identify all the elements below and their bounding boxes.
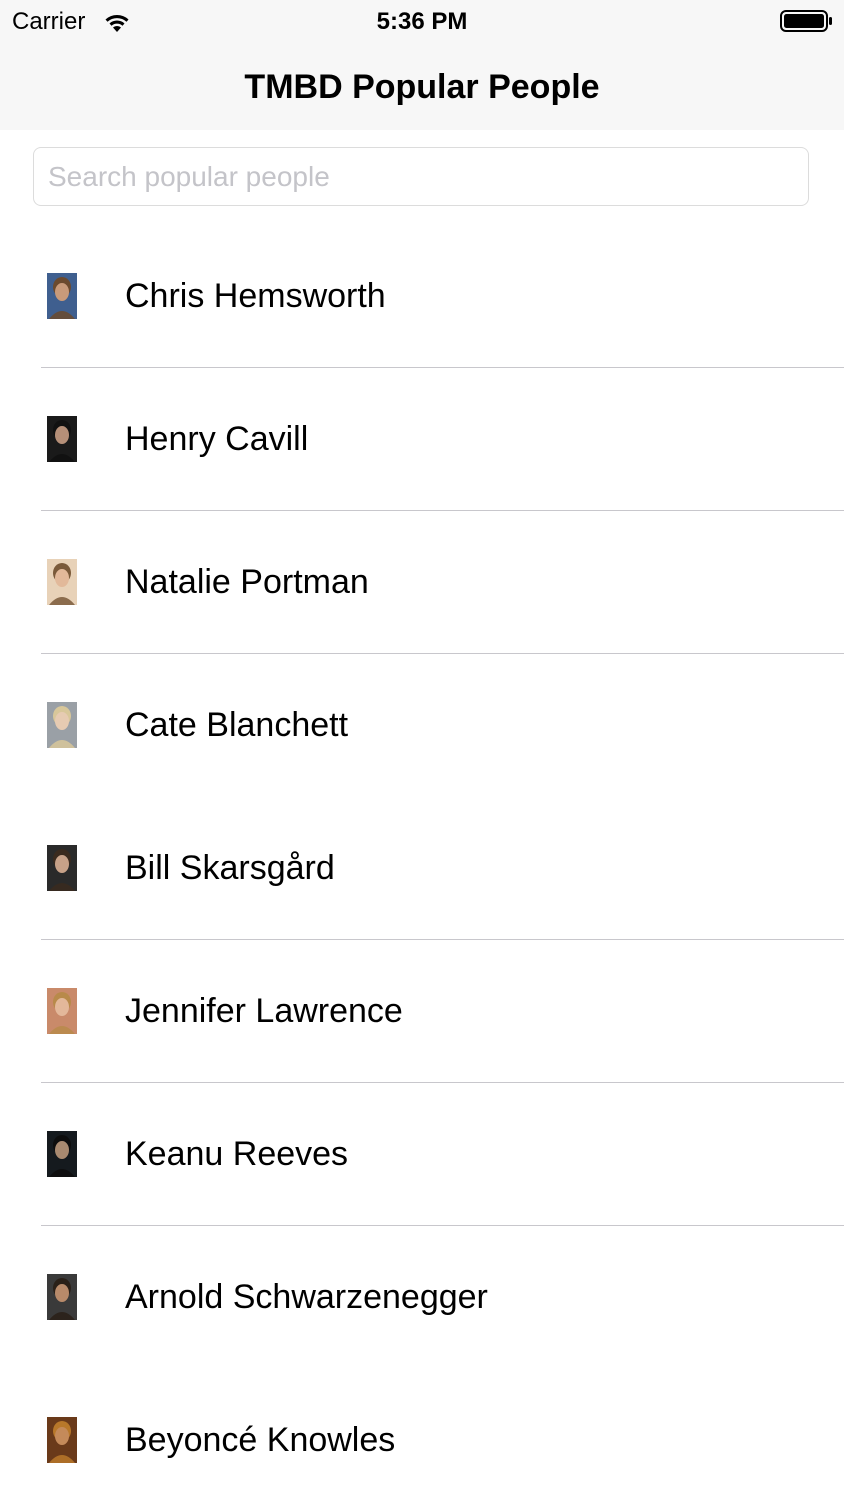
person-name: Chris Hemsworth — [125, 277, 386, 315]
list-item[interactable]: Jennifer Lawrence — [0, 940, 844, 1083]
list-item[interactable]: Arnold Schwarzenegger — [0, 1226, 844, 1369]
person-name: Beyoncé Knowles — [125, 1421, 396, 1459]
avatar — [47, 1274, 77, 1320]
battery-icon — [780, 10, 834, 32]
navigation-bar: TMBD Popular People — [0, 44, 844, 130]
list-item[interactable]: Chris Hemsworth — [0, 225, 844, 368]
people-list: Chris Hemsworth Henry Cavill Natalie Portm… — [0, 225, 844, 1512]
avatar — [47, 702, 77, 748]
status-time: 5:36 PM — [376, 8, 468, 35]
person-name: Keanu Reeves — [125, 1135, 349, 1173]
list-item[interactable]: Keanu Reeves — [0, 1083, 844, 1226]
avatar — [47, 416, 77, 462]
search-bar[interactable] — [33, 147, 809, 206]
list-item[interactable]: Beyoncé Knowles — [0, 1369, 844, 1512]
list-item[interactable]: Bill Skarsgård — [0, 797, 844, 940]
search-input[interactable] — [34, 148, 808, 205]
avatar — [47, 1417, 77, 1463]
person-name: Henry Cavill — [125, 420, 309, 458]
avatar — [47, 988, 77, 1034]
person-name: Bill Skarsgård — [125, 849, 335, 887]
person-name: Cate Blanchett — [125, 706, 349, 744]
page-title: TMBD Popular People — [244, 68, 600, 106]
list-item[interactable]: Natalie Portman — [0, 511, 844, 654]
person-name: Jennifer Lawrence — [125, 992, 403, 1030]
person-name: Natalie Portman — [125, 563, 369, 601]
list-item[interactable]: Cate Blanchett — [0, 654, 844, 797]
list-item[interactable]: Henry Cavill — [0, 368, 844, 511]
avatar — [47, 845, 77, 891]
status-bar: Carrier 5:36 PM — [0, 0, 844, 44]
avatar — [47, 1131, 77, 1177]
avatar — [47, 559, 77, 605]
avatar — [47, 273, 77, 319]
person-name: Arnold Schwarzenegger — [125, 1278, 488, 1316]
